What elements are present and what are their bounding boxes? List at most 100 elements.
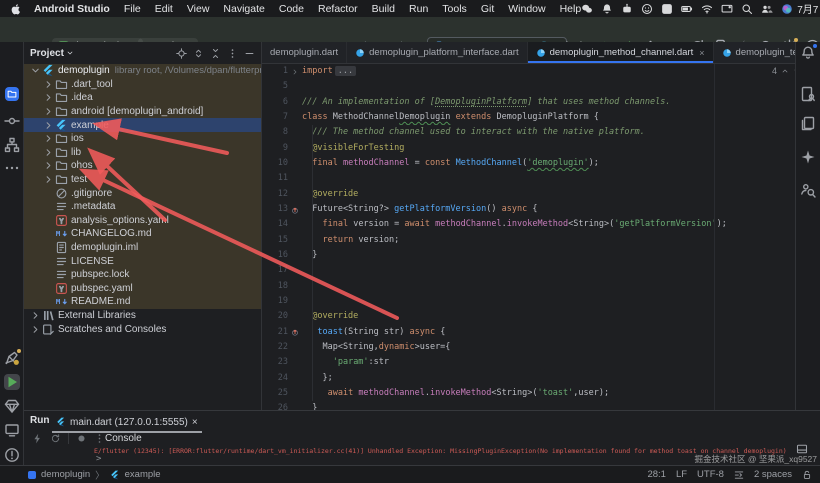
override-icon[interactable]	[291, 206, 299, 214]
tree-item-lib[interactable]: lib	[24, 146, 261, 160]
structure-tool-button[interactable]	[4, 137, 20, 153]
tree-item-android-demoplugin-android[interactable]: android [demoplugin_android]	[24, 105, 261, 119]
tree-item-test[interactable]: test	[24, 173, 261, 187]
chevron-right-icon[interactable]	[30, 310, 41, 321]
caret-position[interactable]: 28:1	[647, 469, 666, 480]
menu-item-tools[interactable]: Tools	[442, 3, 467, 15]
siri-icon[interactable]	[781, 3, 793, 15]
chevron-down-icon[interactable]	[30, 65, 41, 76]
console-tab[interactable]: Console	[105, 433, 142, 444]
tree-item-example[interactable]: example	[24, 118, 261, 132]
battery-icon[interactable]	[681, 3, 693, 15]
tree-item-external-libraries[interactable]: External Libraries	[24, 309, 261, 323]
dispbell-icon[interactable]	[721, 3, 733, 15]
run-session-tab[interactable]: main.dart (127.0.0.1:5555) ×	[52, 413, 202, 433]
chevron-right-icon[interactable]	[43, 79, 54, 90]
breadcrumb-module[interactable]: example	[125, 469, 161, 480]
tree-item-readme-md[interactable]: MREADME.md	[24, 295, 261, 309]
project-panel-title[interactable]: Project	[30, 48, 64, 59]
updown-icon[interactable]	[193, 48, 204, 59]
stop-icon[interactable]	[76, 433, 87, 444]
menu-item-code[interactable]: Code	[279, 3, 304, 15]
menu-item-build[interactable]: Build	[372, 3, 395, 15]
tab-demoplugin-method-channel-dart[interactable]: demoplugin_method_channel.dart×	[528, 42, 714, 63]
flutter-performance-tool-button[interactable]	[4, 398, 20, 414]
locate-icon[interactable]	[176, 48, 187, 59]
chevron-right-icon[interactable]	[43, 120, 54, 131]
chevron-right-icon[interactable]	[43, 133, 54, 144]
run-tool-button[interactable]	[4, 374, 20, 390]
tree-item-changelog-md[interactable]: MCHANGELOG.md	[24, 227, 261, 241]
profiler-tool-button[interactable]	[800, 86, 816, 102]
problems-tool-button[interactable]	[4, 447, 20, 463]
users-icon[interactable]	[761, 3, 773, 15]
chevron-down-icon[interactable]	[66, 49, 74, 57]
collapse-icon[interactable]	[210, 48, 221, 59]
ai-assistant-tool-button[interactable]	[800, 149, 816, 165]
chevron-up-icon[interactable]	[781, 67, 789, 75]
kebab-icon[interactable]	[227, 48, 238, 59]
tree-item-pubspec-lock[interactable]: pubspec.lock	[24, 268, 261, 282]
minus-icon[interactable]	[244, 48, 255, 59]
face-icon[interactable]	[641, 3, 653, 15]
menu-item-edit[interactable]: Edit	[155, 3, 173, 15]
menu-item-help[interactable]: Help	[560, 3, 582, 15]
tree-item-analysis-options-yaml[interactable]: Yanalysis_options.yaml	[24, 214, 261, 228]
menu-item-navigate[interactable]: Navigate	[223, 3, 264, 15]
wechat-icon[interactable]	[581, 3, 593, 15]
more-tool-windows-tool-button[interactable]	[4, 160, 20, 176]
tree-item-pubspec-yaml[interactable]: Ypubspec.yaml	[24, 282, 261, 296]
tab-demoplugin-dart[interactable]: demoplugin.dart	[262, 42, 347, 63]
fold-collapsed-icon[interactable]	[291, 68, 299, 76]
commit-tool-button[interactable]	[4, 113, 20, 129]
chevron-right-icon[interactable]	[43, 174, 54, 185]
tree-item-scratches-and-consoles[interactable]: Scratches and Consoles	[24, 322, 261, 336]
tree-item-ohos[interactable]: ohos	[24, 159, 261, 173]
tree-item-ios[interactable]: ios	[24, 132, 261, 146]
chevron-right-icon[interactable]	[43, 147, 54, 158]
override-icon[interactable]	[291, 328, 299, 336]
pinyin-icon[interactable]: 拼	[661, 3, 673, 15]
file-encoding[interactable]: UTF-8	[697, 469, 724, 480]
menu-item-window[interactable]: Window	[508, 3, 545, 15]
menu-clock[interactable]: 7月7日 周一 12:38	[797, 1, 820, 16]
breadcrumb[interactable]: demoplugin 〉 example	[28, 468, 161, 482]
more-options-icon[interactable]	[94, 433, 105, 444]
notifications-tool-button[interactable]	[800, 45, 816, 61]
tree-item-idea[interactable]: .idea	[24, 91, 261, 105]
apple-menu-icon[interactable]	[10, 3, 22, 15]
close-icon[interactable]: ×	[192, 417, 198, 428]
tree-item-license[interactable]: LICENSE	[24, 254, 261, 268]
device-explorer-tool-button[interactable]	[800, 116, 816, 132]
tree-item-dart-tool[interactable]: .dart_tool	[24, 78, 261, 92]
robot-icon[interactable]	[621, 3, 633, 15]
close-icon[interactable]: ×	[699, 48, 704, 58]
menu-item-run[interactable]: Run	[409, 3, 428, 15]
console-prompt[interactable]: >	[96, 454, 101, 464]
indent-size[interactable]: 2 spaces	[754, 469, 792, 480]
search-icon[interactable]	[741, 3, 753, 15]
breadcrumb-project[interactable]: demoplugin	[41, 469, 90, 480]
unlock-icon[interactable]	[802, 470, 812, 480]
bell-icon[interactable]	[601, 3, 613, 15]
chevron-right-icon[interactable]	[43, 92, 54, 103]
rerun-icon[interactable]	[50, 433, 61, 444]
menu-item-refactor[interactable]: Refactor	[318, 3, 358, 15]
tab-demoplugin-platform-interface-dart[interactable]: demoplugin_platform_interface.dart	[347, 42, 527, 63]
menu-item-git[interactable]: Git	[481, 3, 494, 15]
dart-analysis-tool-button[interactable]	[4, 350, 20, 366]
project-tool-button[interactable]	[5, 87, 19, 101]
tree-item-demoplugin[interactable]: demopluginlibrary root, /Volumes/dpan/fl…	[24, 64, 261, 78]
editor[interactable]: 1import...56/// An implementation of [De…	[262, 64, 795, 410]
menu-item-view[interactable]: View	[187, 3, 210, 15]
find-usages-tool-button[interactable]	[800, 182, 816, 198]
chevron-right-icon[interactable]	[30, 324, 41, 335]
wifi-icon[interactable]	[701, 3, 713, 15]
flutter-inspector-tool-button[interactable]	[4, 422, 20, 438]
tree-item-demoplugin-iml[interactable]: demoplugin.iml	[24, 241, 261, 255]
tree-item-gitignore[interactable]: .gitignore	[24, 186, 261, 200]
chevron-right-icon[interactable]	[43, 160, 54, 171]
menu-item-file[interactable]: File	[124, 3, 141, 15]
tree-item-metadata[interactable]: .metadata	[24, 200, 261, 214]
chevron-right-icon[interactable]	[43, 106, 54, 117]
